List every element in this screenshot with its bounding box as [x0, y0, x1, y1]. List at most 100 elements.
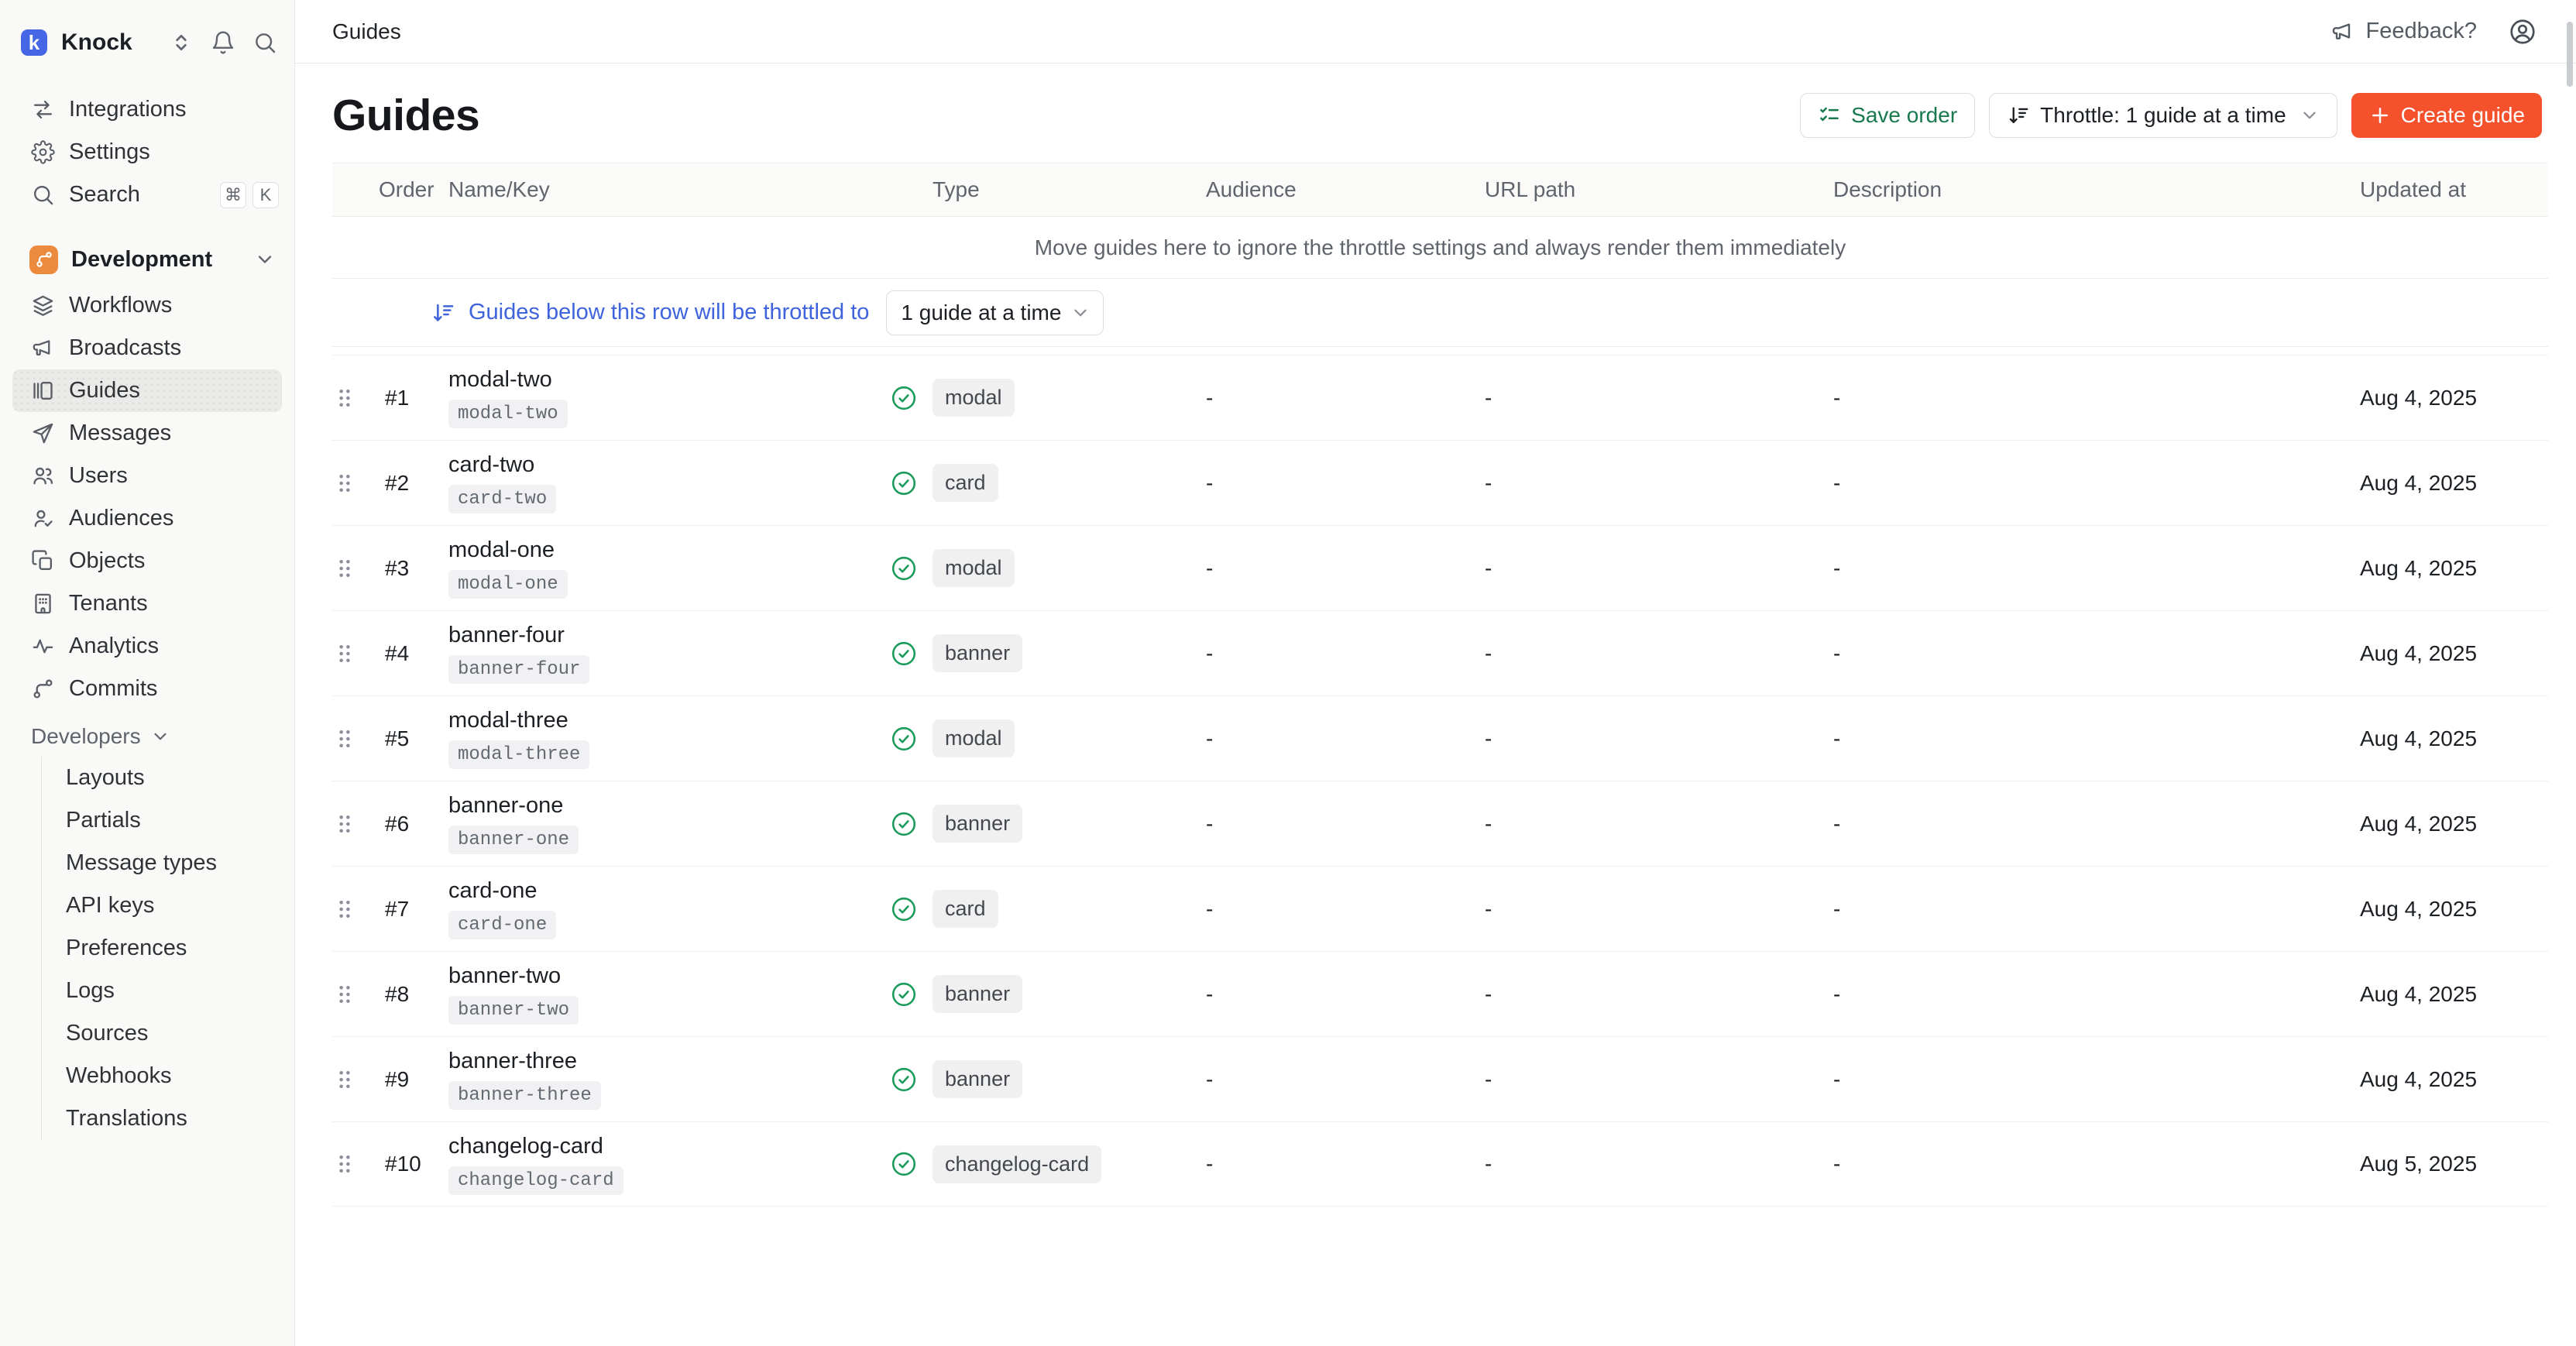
drag-handle-icon[interactable]	[332, 898, 379, 921]
drag-handle-icon[interactable]	[332, 1152, 379, 1176]
guide-description: -	[1821, 1067, 2348, 1092]
sidebar-subitem[interactable]: Sources	[42, 1012, 294, 1055]
guide-updated-at: Aug 5, 2025	[2348, 1152, 2548, 1176]
drag-handle-icon[interactable]	[332, 386, 379, 410]
sidebar-subitem[interactable]: Message types	[42, 842, 294, 884]
sidebar-item-users[interactable]: Users	[0, 455, 294, 497]
sidebar-item-search[interactable]: Search ⌘ K	[0, 173, 294, 216]
table-row[interactable]: #5 modal-three modal-three modal - -	[332, 695, 2548, 781]
guide-name[interactable]: modal-one	[448, 537, 555, 563]
guide-order: #6	[379, 812, 448, 836]
sidebar-item-integrations[interactable]: Integrations	[0, 88, 294, 131]
guide-type-badge: card	[933, 890, 998, 928]
chevron-down-icon	[254, 249, 276, 270]
chevron-down-icon	[150, 726, 170, 747]
guide-name[interactable]: banner-one	[448, 793, 563, 819]
sidebar-item-tenants[interactable]: Tenants	[0, 582, 294, 625]
guide-status-cell	[874, 469, 933, 497]
guide-name[interactable]: changelog-card	[448, 1134, 603, 1159]
guide-type-badge: banner	[933, 634, 1022, 672]
drag-handle-icon[interactable]	[332, 812, 379, 836]
guide-description: -	[1821, 812, 2348, 836]
guide-name[interactable]: modal-three	[448, 708, 568, 733]
breadcrumb[interactable]: Guides	[332, 19, 401, 44]
bell-icon[interactable]	[211, 30, 235, 55]
sidebar-item-workflows[interactable]: Workflows	[0, 284, 294, 327]
drag-handle-icon[interactable]	[332, 1068, 379, 1091]
guide-url-path: -	[1472, 897, 1821, 922]
sidebar-subitem[interactable]: Partials	[42, 799, 294, 842]
sidebar-item-audiences[interactable]: Audiences	[0, 497, 294, 540]
guide-updated-at: Aug 4, 2025	[2348, 386, 2548, 410]
table-row[interactable]: #1 modal-two modal-two modal - -	[332, 355, 2548, 440]
column-header-order: Order	[379, 177, 448, 202]
search-icon[interactable]	[252, 30, 277, 55]
guide-key-badge: card-one	[448, 911, 556, 939]
app-root: k Knock Integrations	[0, 0, 2576, 1346]
guide-name-cell: banner-three banner-three	[448, 1049, 874, 1110]
vertical-scrollbar[interactable]	[2567, 22, 2573, 87]
table-row[interactable]: #4 banner-four banner-four banner - -	[332, 610, 2548, 695]
sidebar-item-settings[interactable]: Settings	[0, 131, 294, 173]
sidebar-subitem[interactable]: Preferences	[42, 927, 294, 970]
guide-name[interactable]: banner-two	[448, 963, 561, 989]
throttle-divider-row[interactable]: Guides below this row will be throttled …	[332, 279, 2548, 347]
guide-audience: -	[1194, 897, 1472, 922]
guide-type-cell: banner	[933, 805, 1194, 843]
sidebar-item-messages[interactable]: Messages	[0, 412, 294, 455]
swap-arrows-icon	[31, 98, 55, 122]
sidebar-item-analytics[interactable]: Analytics	[0, 625, 294, 668]
table-row[interactable]: #9 banner-three banner-three banner - -	[332, 1036, 2548, 1121]
sidebar-item-broadcasts[interactable]: Broadcasts	[0, 327, 294, 369]
dropzone-text: Move guides here to ignore the throttle …	[1035, 235, 1846, 260]
create-guide-button[interactable]: Create guide	[2351, 93, 2542, 138]
guide-name[interactable]: banner-four	[448, 623, 565, 648]
ignore-throttle-dropzone[interactable]: Move guides here to ignore the throttle …	[332, 217, 2548, 279]
main-content: Guides Feedback? Guides Save order Throt…	[295, 0, 2576, 1346]
guide-name-cell: modal-three modal-three	[448, 708, 874, 769]
drag-handle-icon[interactable]	[332, 557, 379, 580]
guide-description: -	[1821, 641, 2348, 666]
developers-section-toggle[interactable]: Developers	[0, 716, 294, 757]
table-row[interactable]: #7 card-one card-one card - -	[332, 866, 2548, 951]
throttle-dropdown-button[interactable]: Throttle: 1 guide at a time	[1989, 93, 2337, 138]
guide-key-badge: changelog-card	[448, 1166, 623, 1195]
guide-type-cell: banner	[933, 975, 1194, 1013]
sidebar-subitem[interactable]: Layouts	[42, 757, 294, 799]
guide-name[interactable]: card-one	[448, 878, 537, 904]
table-row[interactable]: #3 modal-one modal-one modal - -	[332, 525, 2548, 610]
sidebar-item-label: Search	[69, 182, 140, 208]
user-avatar-icon[interactable]	[2508, 17, 2537, 46]
guide-updated-at: Aug 4, 2025	[2348, 471, 2548, 496]
save-order-button[interactable]: Save order	[1800, 93, 1975, 138]
guide-description: -	[1821, 1152, 2348, 1176]
guide-order: #5	[379, 726, 448, 751]
table-row[interactable]: #6 banner-one banner-one banner - -	[332, 781, 2548, 866]
guide-updated-at: Aug 4, 2025	[2348, 1067, 2548, 1092]
sidebar-subitem[interactable]: Translations	[42, 1097, 294, 1140]
drag-handle-icon[interactable]	[332, 472, 379, 495]
sidebar-item-objects[interactable]: Objects	[0, 540, 294, 582]
table-row[interactable]: #8 banner-two banner-two banner - -	[332, 951, 2548, 1036]
sidebar-subitem[interactable]: Webhooks	[42, 1055, 294, 1097]
feedback-button[interactable]: Feedback?	[2330, 19, 2478, 44]
sidebar-subitem[interactable]: Logs	[42, 970, 294, 1012]
guide-key-badge: banner-three	[448, 1081, 601, 1110]
guide-order: #3	[379, 556, 448, 581]
guide-name[interactable]: card-two	[448, 452, 534, 478]
drag-handle-icon[interactable]	[332, 983, 379, 1006]
table-row[interactable]: #10 changelog-card changelog-card change…	[332, 1121, 2548, 1207]
throttle-amount-select[interactable]: 1 guide at a time	[886, 290, 1104, 335]
check-circle-icon	[890, 1066, 918, 1094]
drag-handle-icon[interactable]	[332, 727, 379, 750]
sidebar-subitem[interactable]: API keys	[42, 884, 294, 927]
sidebar-item-guides[interactable]: Guides	[12, 369, 282, 412]
guide-name[interactable]: banner-three	[448, 1049, 577, 1074]
developers-section-label: Developers	[31, 724, 141, 749]
guide-name[interactable]: modal-two	[448, 367, 552, 393]
sidebar-item-commits[interactable]: Commits	[0, 668, 294, 710]
environment-switcher[interactable]: Development	[0, 235, 294, 284]
drag-handle-icon[interactable]	[332, 642, 379, 665]
table-row[interactable]: #2 card-two card-two card - -	[332, 440, 2548, 525]
workspace-switcher-icon[interactable]	[169, 30, 194, 55]
